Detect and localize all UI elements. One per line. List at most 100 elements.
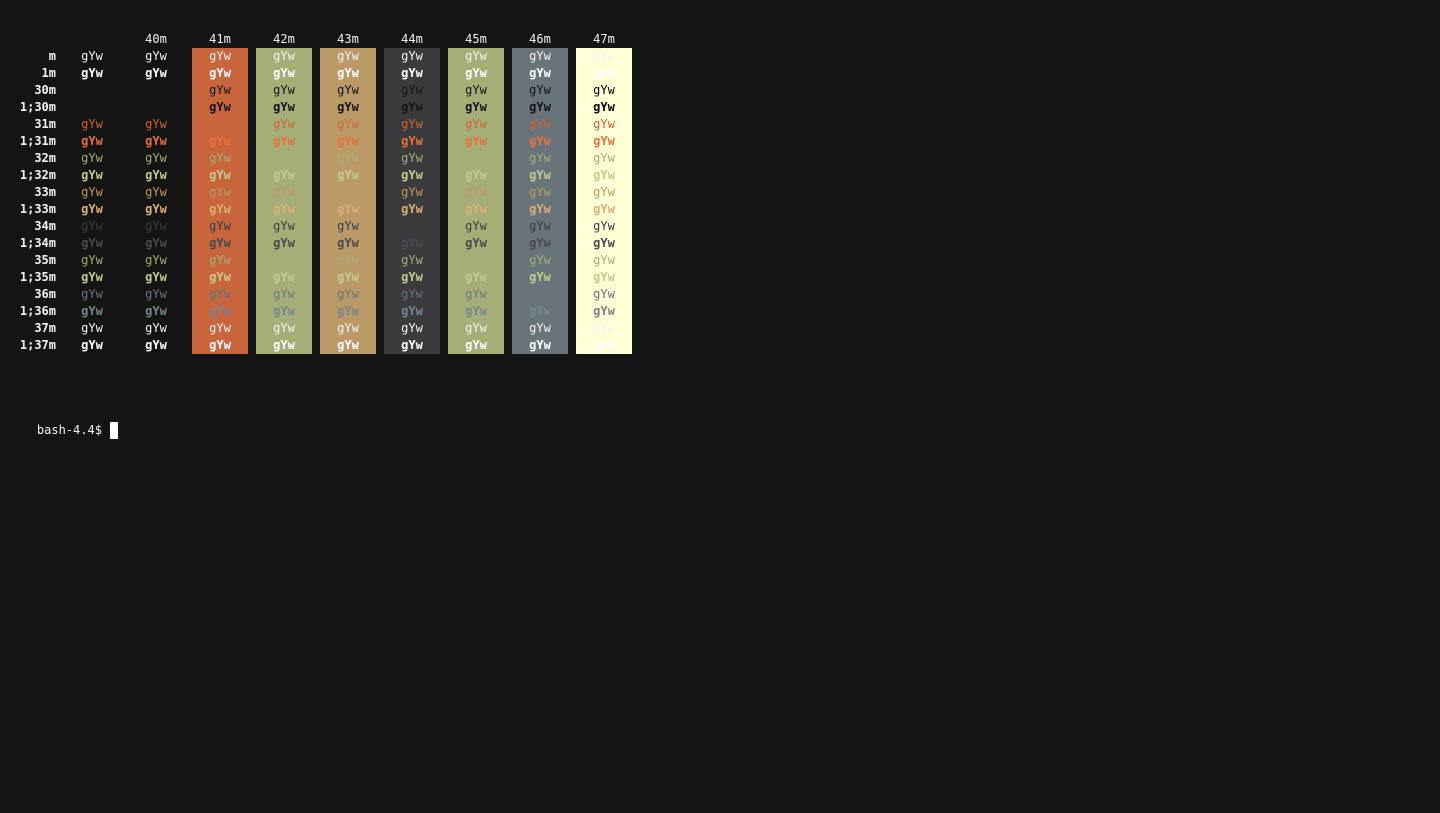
column-header: 40m bbox=[145, 32, 167, 46]
color-sample: gYw bbox=[209, 287, 231, 301]
color-row: 1;33m gYw gYw gYw gYw gYw gYw gYw gYw gYw bbox=[0, 201, 640, 218]
column-header: 47m bbox=[593, 32, 615, 46]
color-sample: gYw bbox=[81, 287, 103, 301]
color-sample: gYw bbox=[529, 202, 551, 216]
color-sample: gYw bbox=[593, 236, 615, 250]
row-label: 30m bbox=[34, 83, 56, 97]
color-sample: gYw bbox=[64, 82, 120, 99]
color-sample: gYw bbox=[128, 99, 184, 116]
row-label: 1m bbox=[41, 66, 56, 80]
color-sample: gYw bbox=[465, 117, 487, 131]
color-sample: gYw bbox=[273, 287, 295, 301]
color-sample: gYw bbox=[273, 49, 295, 63]
color-sample: gYw bbox=[401, 236, 423, 250]
text-cursor bbox=[109, 422, 118, 439]
color-row: 37m gYw gYw gYw gYw gYw gYw gYw gYw gYw bbox=[0, 320, 640, 337]
color-sample: gYw bbox=[401, 304, 423, 318]
color-sample: gYw bbox=[529, 49, 551, 63]
color-sample: gYw bbox=[145, 168, 167, 182]
color-sample: gYw bbox=[401, 66, 423, 80]
color-sample: gYw bbox=[209, 321, 231, 335]
color-sample: gYw bbox=[273, 117, 295, 131]
color-sample: gYw bbox=[529, 185, 551, 199]
color-sample: gYw bbox=[209, 134, 231, 148]
color-sample: gYw bbox=[337, 66, 359, 80]
row-label: 35m bbox=[34, 253, 56, 267]
color-sample: gYw bbox=[81, 321, 103, 335]
color-sample: gYw bbox=[337, 49, 359, 63]
color-sample: gYw bbox=[209, 151, 231, 165]
color-sample: gYw bbox=[337, 236, 359, 250]
color-sample: gYw bbox=[401, 117, 423, 131]
color-sample: gYw bbox=[273, 83, 295, 97]
row-label: 1;34m bbox=[19, 236, 56, 250]
color-sample: gYw bbox=[401, 338, 423, 352]
color-sample: gYw bbox=[337, 321, 359, 335]
color-sample: gYw bbox=[81, 236, 103, 250]
color-sample: gYw bbox=[401, 202, 423, 216]
color-sample: gYw bbox=[81, 219, 103, 233]
color-sample: gYw bbox=[81, 66, 103, 80]
color-sample: gYw bbox=[593, 287, 615, 301]
color-sample: gYw bbox=[529, 66, 551, 80]
color-sample: gYw bbox=[337, 304, 359, 318]
color-sample: gYw bbox=[273, 151, 295, 165]
color-sample: gYw bbox=[529, 168, 551, 182]
color-sample: gYw bbox=[465, 321, 487, 335]
color-sample: gYw bbox=[209, 185, 231, 199]
color-sample: gYw bbox=[465, 304, 487, 318]
color-sample: gYw bbox=[273, 219, 295, 233]
color-sample: gYw bbox=[593, 219, 615, 233]
color-sample: gYw bbox=[337, 100, 359, 114]
color-sample: gYw bbox=[81, 49, 103, 63]
color-sample: gYw bbox=[465, 219, 487, 233]
color-sample: gYw bbox=[145, 66, 167, 80]
color-sample: gYw bbox=[337, 168, 359, 182]
color-sample: gYw bbox=[529, 321, 551, 335]
color-sample: gYw bbox=[593, 49, 615, 63]
color-sample: gYw bbox=[337, 287, 359, 301]
color-sample: gYw bbox=[64, 99, 120, 116]
color-sample: gYw bbox=[529, 219, 551, 233]
color-sample: gYw bbox=[593, 151, 615, 165]
color-sample: gYw bbox=[401, 49, 423, 63]
row-label: 1;31m bbox=[19, 134, 56, 148]
color-sample: gYw bbox=[273, 202, 295, 216]
color-sample: gYw bbox=[145, 134, 167, 148]
row-label: 1;37m bbox=[19, 338, 56, 352]
color-sample: gYw bbox=[81, 338, 103, 352]
color-sample: gYw bbox=[593, 338, 615, 352]
color-sample: gYw bbox=[273, 236, 295, 250]
color-sample: gYw bbox=[593, 117, 615, 131]
color-sample: gYw bbox=[273, 270, 295, 284]
color-sample: gYw bbox=[529, 304, 551, 318]
color-sample: gYw bbox=[529, 338, 551, 352]
color-row: 34m gYw gYw gYw gYw gYw gYw gYw gYw gYw bbox=[0, 218, 640, 235]
color-sample: gYw bbox=[209, 236, 231, 250]
color-row: 1;30mgYwgYwgYwgYwgYwgYwgYwgYwgYw bbox=[0, 99, 640, 116]
color-row: 1;37m gYw gYw gYw gYw gYw gYw gYw gYw gYw bbox=[0, 337, 640, 354]
shell-prompt-line[interactable]: bash-4.4$ bbox=[8, 405, 118, 439]
color-sample: gYw bbox=[273, 338, 295, 352]
color-sample: gYw bbox=[337, 202, 359, 216]
color-sample: gYw bbox=[593, 202, 615, 216]
color-sample: gYw bbox=[81, 304, 103, 318]
color-sample: gYw bbox=[401, 134, 423, 148]
color-sample: gYw bbox=[465, 49, 487, 63]
color-sample: gYw bbox=[81, 134, 103, 148]
color-sample: gYw bbox=[465, 168, 487, 182]
color-sample: gYw bbox=[337, 185, 359, 199]
terminal-window[interactable]: 40m 41m 42m 43m 44m 45m 46m 47m m gYw gYw gYw gYw gYw… bbox=[0, 0, 1440, 813]
color-sample: gYw bbox=[81, 151, 103, 165]
color-sample: gYw bbox=[145, 270, 167, 284]
color-row: m gYw gYw gYw gYw gYw gYw gYw gYw gYw bbox=[0, 48, 640, 65]
color-sample: gYw bbox=[145, 202, 167, 216]
color-sample: gYw bbox=[465, 270, 487, 284]
color-row: 1;36m gYw gYw gYw gYw gYw gYw gYw gYw gYw bbox=[0, 303, 640, 320]
color-sample: gYw bbox=[465, 66, 487, 80]
color-sample: gYw bbox=[209, 117, 231, 131]
color-sample: gYw bbox=[593, 321, 615, 335]
color-sample: gYw bbox=[337, 83, 359, 97]
color-sample: gYw bbox=[465, 100, 487, 114]
color-sample: gYw bbox=[145, 117, 167, 131]
